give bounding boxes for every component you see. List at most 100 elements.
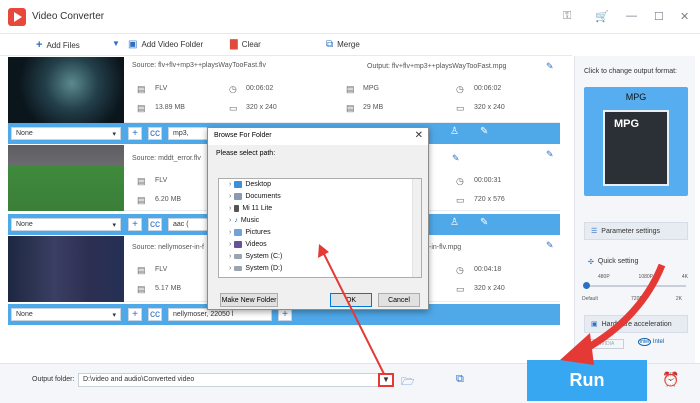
open-folder-icon[interactable]: 🗁 xyxy=(401,373,415,392)
edit-icon[interactable]: ✎ xyxy=(546,61,554,72)
output-folder-dropdown[interactable]: ▼ xyxy=(378,373,394,387)
chevron-right-icon: › xyxy=(229,229,232,236)
resolution-icon: ▭ xyxy=(229,103,238,113)
format-icon: ▤ xyxy=(346,84,355,94)
edit-icon[interactable]: ✎ xyxy=(546,240,554,251)
audio-select[interactable]: mp3, xyxy=(168,127,208,140)
tree-item-pictures[interactable]: › Pictures xyxy=(229,229,271,236)
app-logo-icon xyxy=(8,8,26,26)
documents-icon xyxy=(234,193,243,200)
subtitle-cc-icon[interactable]: cc xyxy=(148,127,162,140)
make-new-folder-button[interactable]: Make New Folder xyxy=(220,293,278,307)
clear-button[interactable]: ▇ Clear xyxy=(230,39,261,50)
user-icon[interactable]: ♙ xyxy=(450,217,459,228)
title-bar: Video Converter ⚿ 🛒 — ☐ ✕ xyxy=(0,0,700,34)
output-name: Output: flv+flv+mp3++playsWayTooFast.mpg xyxy=(367,63,507,70)
tree-item-documents[interactable]: › Documents xyxy=(229,193,281,200)
chip-icon: ▣ xyxy=(591,321,598,328)
settings-icon: ☰ xyxy=(591,228,598,235)
subtitle-cc-icon[interactable]: cc xyxy=(148,218,162,231)
video-thumbnail xyxy=(8,57,124,123)
subtitle-select[interactable]: None ▾ xyxy=(11,218,121,231)
filesize-icon: ▤ xyxy=(137,103,146,113)
output-folder-field[interactable]: D:\video and audio\Converted video xyxy=(78,373,394,387)
tree-item-videos[interactable]: › Videos xyxy=(229,241,267,248)
audio-select[interactable]: aac ( xyxy=(168,218,208,231)
drive-icon xyxy=(234,266,243,271)
folder-tree[interactable]: › Desktop › Documents › Mi 11 Lite › ♪ Music … xyxy=(218,178,422,278)
list-item[interactable]: Source: flv+flv+mp3++playsWayTooFast.flv… xyxy=(8,57,560,123)
preview-folder-icon[interactable]: ⧉ xyxy=(456,373,464,386)
tree-item-music[interactable]: › ♪ Music xyxy=(229,217,259,224)
plus-icon: + xyxy=(36,39,43,51)
resolution-icon: ▭ xyxy=(456,195,465,205)
subtitle-select[interactable]: None ▾ xyxy=(11,127,121,140)
tree-item-drive-c[interactable]: › System (C:) xyxy=(229,253,282,260)
chevron-down-icon: ▾ xyxy=(112,311,116,319)
chevron-down-icon: ▾ xyxy=(112,221,116,229)
chevron-right-icon: › xyxy=(229,253,232,260)
source-duration: 00:06:02 xyxy=(246,85,274,92)
edit-icon[interactable]: ✎ xyxy=(452,153,460,164)
add-files-button[interactable]: + Add Files xyxy=(36,39,80,51)
edit-icon[interactable]: ✎ xyxy=(480,126,488,137)
add-files-dropdown[interactable]: ▼ xyxy=(112,39,120,48)
tree-scrollbar[interactable] xyxy=(412,179,421,277)
clock-icon: ◷ xyxy=(456,265,464,275)
trash-icon: ▇ xyxy=(230,39,238,50)
source-format: FLV xyxy=(155,177,168,184)
edit-icon[interactable]: ✎ xyxy=(480,217,488,228)
output-resolution: 320 x 240 xyxy=(474,285,505,292)
pictures-icon xyxy=(234,229,243,236)
quality-slider-handle[interactable] xyxy=(583,282,590,289)
output-duration: 00:04:18 xyxy=(474,266,502,273)
key-icon[interactable]: ⚿ xyxy=(563,10,571,23)
run-button[interactable]: Run xyxy=(527,360,647,401)
music-icon: ♪ xyxy=(234,217,238,224)
add-subtitle-button[interactable]: + xyxy=(128,308,142,321)
drive-icon xyxy=(234,254,243,259)
cancel-button[interactable]: Cancel xyxy=(378,293,420,307)
desktop-icon xyxy=(234,181,243,188)
edit-icon[interactable]: ✎ xyxy=(546,149,554,160)
output-format: MPG xyxy=(363,85,379,92)
merge-icon: ⧉ xyxy=(326,39,334,50)
cart-icon[interactable]: 🛒 xyxy=(595,10,609,23)
alarm-clock-icon[interactable]: ⏰ xyxy=(662,371,679,388)
toolbar: + Add Files ▼ ▣ Add Video Folder ▇ Clear ⧉ M… xyxy=(0,34,572,56)
maximize-icon[interactable]: ☐ xyxy=(654,10,664,23)
source-name: Source: nellymoser-in-f xyxy=(132,244,204,251)
subtitle-cc-icon[interactable]: cc xyxy=(148,308,162,321)
clock-icon: ◷ xyxy=(456,84,464,94)
user-icon[interactable]: ♙ xyxy=(450,126,459,137)
clock-icon: ◷ xyxy=(229,84,237,94)
quality-scale-top: 480P 1080P 4K xyxy=(598,274,688,280)
hardware-acceleration-button[interactable]: ▣ Hardware acceleration xyxy=(584,315,688,333)
source-name: Source: flv+flv+mp3++playsWayTooFast.flv xyxy=(132,62,266,69)
tree-item-phone[interactable]: › Mi 11 Lite xyxy=(229,205,272,212)
mpg-format-icon: MPG xyxy=(603,110,669,186)
add-subtitle-button[interactable]: + xyxy=(128,127,142,140)
dialog-title: Browse For Folder xyxy=(208,128,428,145)
resolution-icon: ▭ xyxy=(456,103,465,113)
chevron-right-icon: › xyxy=(229,241,232,248)
output-format-label: MPG xyxy=(625,92,647,102)
output-resolution: 720 x 576 xyxy=(474,196,505,203)
parameter-settings-button[interactable]: ☰ Parameter settings xyxy=(584,222,688,240)
tree-item-drive-d[interactable]: › System (D:) xyxy=(229,265,282,272)
dialog-close-icon[interactable]: ✕ xyxy=(415,130,423,141)
close-icon[interactable]: ✕ xyxy=(680,10,689,23)
quality-slider[interactable] xyxy=(586,285,686,287)
merge-button[interactable]: ⧉ Merge xyxy=(326,39,360,50)
source-name: Source: mddt_error.flv xyxy=(132,155,201,162)
add-subtitle-button[interactable]: + xyxy=(128,218,142,231)
minimize-icon[interactable]: — xyxy=(626,10,637,22)
format-icon: ▤ xyxy=(137,176,146,186)
add-video-folder-button[interactable]: ▣ Add Video Folder xyxy=(128,39,203,50)
chevron-down-icon: ▾ xyxy=(112,130,116,138)
intel-badge: intel Intel xyxy=(638,338,665,346)
ok-button[interactable]: OK xyxy=(330,293,372,307)
subtitle-select[interactable]: None ▾ xyxy=(11,308,121,321)
tree-item-desktop[interactable]: › Desktop xyxy=(229,181,271,188)
source-format: FLV xyxy=(155,266,168,273)
